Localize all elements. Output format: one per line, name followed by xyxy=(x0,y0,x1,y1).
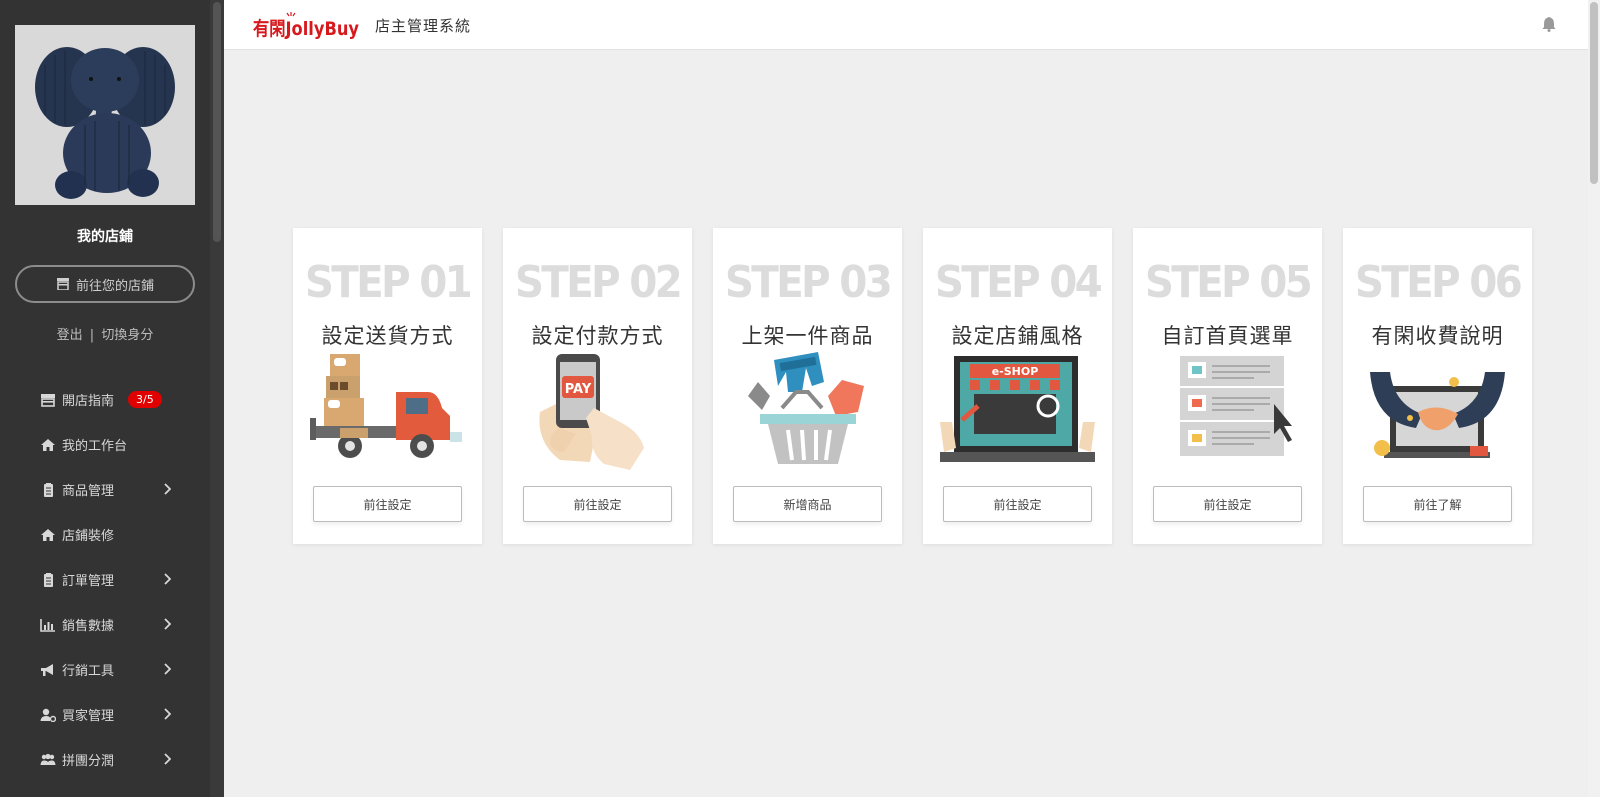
shopping-basket-illustration xyxy=(748,352,864,464)
sidebar-item-label: 拼團分潤 xyxy=(62,754,115,769)
step-4-action-button[interactable]: 前往設定 xyxy=(943,486,1092,522)
step-6-action-button[interactable]: 前往了解 xyxy=(1363,486,1512,522)
step-title: 有閑收費說明 xyxy=(1371,324,1504,348)
pay-label: PAY xyxy=(565,382,592,397)
sidebar-item-marketing-tools[interactable]: 行銷工具 xyxy=(0,647,210,692)
progress-badge: 3/5 xyxy=(128,391,162,408)
handshake-illustration xyxy=(1370,372,1505,458)
sidebar-item-label: 買家管理 xyxy=(62,709,115,724)
sidebar-item-order-management[interactable]: 訂單管理 xyxy=(0,557,210,602)
sidebar-scrollbar-thumb[interactable] xyxy=(213,2,221,242)
store-icon xyxy=(40,393,56,407)
user-cog-icon xyxy=(40,708,57,722)
sidebar-item-label: 訂單管理 xyxy=(62,574,115,589)
step-title: 設定送貨方式 xyxy=(321,324,454,348)
step-card-4: STEP 04 設定店鋪風格 e-SHOP 前往設定 xyxy=(923,228,1112,544)
chevron-right-icon xyxy=(164,618,171,630)
sidebar-item-sales-data[interactable]: 銷售數據 xyxy=(0,602,210,647)
step-card-2: STEP 02 設定付款方式 PAY 前往設定 xyxy=(503,228,692,544)
users-icon xyxy=(40,753,56,767)
sidebar-item-workbench[interactable]: 我的工作台 xyxy=(0,422,210,467)
bar-chart-icon xyxy=(40,618,56,632)
chevron-right-icon xyxy=(164,708,171,720)
sidebar-item-label: 行銷工具 xyxy=(62,664,115,679)
logo-text: 有閑JollyBuy xyxy=(253,17,360,40)
sidebar-item-label: 店鋪裝修 xyxy=(62,529,115,544)
step-1-action-button[interactable]: 前往設定 xyxy=(313,486,462,522)
step-card-1: STEP 01 設定送貨方式 前往設定 xyxy=(293,228,482,544)
step-title: 設定付款方式 xyxy=(531,324,664,348)
elephant-plush-image xyxy=(15,25,195,205)
step-card-3: STEP 03 上架一件商品 新增商品 xyxy=(713,228,902,544)
sidebar-item-label: 商品管理 xyxy=(62,484,115,499)
eshop-laptop-illustration: e-SHOP xyxy=(940,356,1095,462)
logo-graphic: 有閑JollyBuy xyxy=(253,12,360,40)
goto-shop-label: 前往您的店鋪 xyxy=(75,278,154,294)
clipboard-icon xyxy=(40,572,56,587)
step-title: 上架一件商品 xyxy=(741,324,874,348)
sidebar-item-buyer-management[interactable]: 買家管理 xyxy=(0,692,210,737)
sidebar-item-label: 開店指南 xyxy=(62,394,115,409)
step-5-action-button[interactable]: 前往設定 xyxy=(1153,486,1302,522)
sidebar-scrollbar[interactable] xyxy=(210,0,224,797)
bell-icon[interactable] xyxy=(1542,16,1556,32)
step-2-action-button[interactable]: 前往設定 xyxy=(523,486,672,522)
step-number: STEP 03 xyxy=(724,257,893,308)
page-scrollbar-thumb[interactable] xyxy=(1590,2,1598,184)
link-separator: | xyxy=(89,328,95,343)
step-number: STEP 06 xyxy=(1354,257,1523,308)
sidebar-item-store-guide[interactable]: 開店指南 3/5 xyxy=(0,377,210,422)
sidebar-item-label: 銷售數據 xyxy=(62,619,115,634)
home-icon xyxy=(40,438,56,452)
sidebar-menu: 開店指南 3/5 我的工作台 商品管理 店鋪裝修 訂單管理 銷售數據 行銷工具 … xyxy=(0,377,210,782)
sidebar-item-group-buy-share[interactable]: 拼團分潤 xyxy=(0,737,210,782)
add-product-button[interactable]: 新增商品 xyxy=(733,486,882,522)
logout-link[interactable]: 登出 xyxy=(57,328,83,343)
sidebar: 我的店鋪 前往您的店鋪 登出 | 切換身分 開店指南 3/5 我的工作台 商品管… xyxy=(0,0,210,797)
step-title: 自訂首頁選單 xyxy=(1161,324,1294,348)
eshop-label: e-SHOP xyxy=(992,365,1039,378)
mobile-pay-illustration: PAY xyxy=(539,354,644,470)
goto-shop-button[interactable]: 前往您的店鋪 xyxy=(15,265,195,303)
step-card-5: STEP 05 自訂首頁選單 前往設定 xyxy=(1133,228,1322,544)
step-number: STEP 01 xyxy=(304,257,473,308)
setup-steps: STEP 01 設定送貨方式 前往設定 STEP 02 設定付款方式 PAY 前… xyxy=(293,228,1532,544)
avatar[interactable] xyxy=(15,25,195,205)
step-number: STEP 04 xyxy=(934,257,1103,308)
jollybuy-logo[interactable]: 有閑JollyBuy xyxy=(253,10,361,42)
system-title: 店主管理系統 xyxy=(375,17,472,35)
step-card-6: STEP 06 有閑收費說明 前往了解 xyxy=(1343,228,1532,544)
shop-name: 我的店鋪 xyxy=(77,229,133,245)
store-icon xyxy=(56,278,70,291)
sidebar-item-store-decoration[interactable]: 店鋪裝修 xyxy=(0,512,210,557)
chevron-right-icon xyxy=(164,573,171,585)
step-title: 設定店鋪風格 xyxy=(951,324,1084,348)
home-icon xyxy=(40,528,56,542)
menu-list-illustration xyxy=(1180,356,1292,456)
step-number: STEP 05 xyxy=(1144,257,1313,308)
sidebar-item-label: 我的工作台 xyxy=(62,439,128,454)
chevron-right-icon xyxy=(164,663,171,675)
delivery-truck-illustration xyxy=(310,354,462,458)
chevron-right-icon xyxy=(164,483,171,495)
chevron-right-icon xyxy=(164,753,171,765)
account-links: 登出 | 切換身分 xyxy=(0,324,210,343)
top-bar: 有閑JollyBuy 店主管理系統 xyxy=(224,0,1588,50)
sidebar-item-product-management[interactable]: 商品管理 xyxy=(0,467,210,512)
clipboard-icon xyxy=(40,482,56,497)
step-number: STEP 02 xyxy=(514,257,683,308)
page-scrollbar[interactable] xyxy=(1588,0,1600,797)
megaphone-icon xyxy=(40,663,56,677)
switch-identity-link[interactable]: 切換身分 xyxy=(101,328,153,343)
